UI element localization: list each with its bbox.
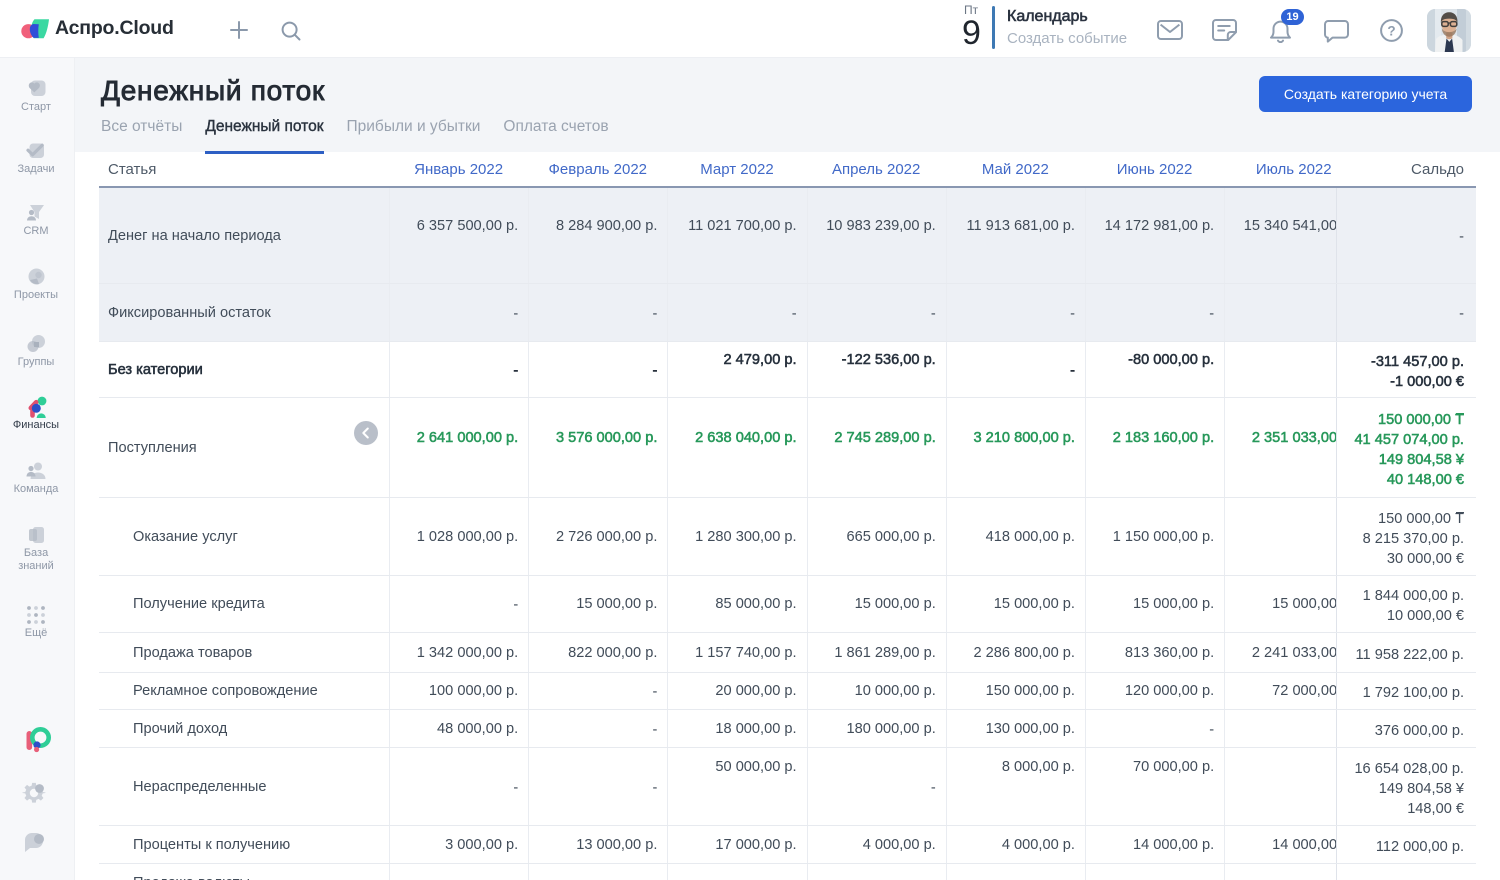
svg-text:?: ?	[1387, 24, 1395, 39]
